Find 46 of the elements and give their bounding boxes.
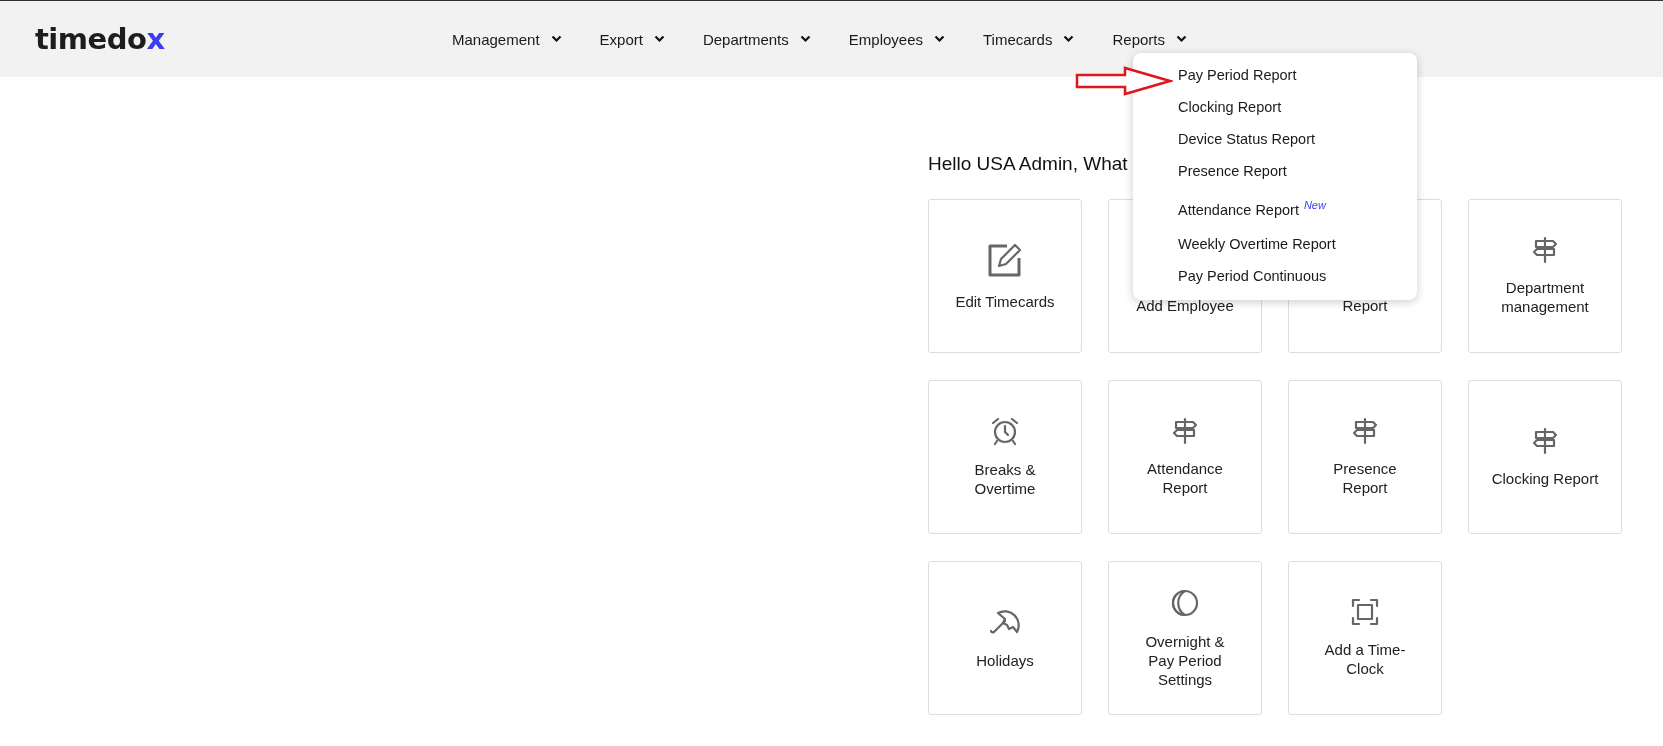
nav-menu-item[interactable]: Employees xyxy=(848,30,945,48)
card-label: Holidays xyxy=(976,650,1034,670)
chevron-down-icon xyxy=(934,35,945,43)
card-label: Presence Report xyxy=(1333,459,1397,497)
dropdown-item[interactable]: Pay Period Report xyxy=(1178,65,1297,85)
nav-menu-item[interactable]: Export xyxy=(599,30,665,48)
shortcut-card[interactable]: Department management xyxy=(1468,199,1622,353)
nav-menu-item[interactable]: Reports xyxy=(1112,30,1187,48)
alarm-clock-icon xyxy=(990,416,1020,446)
chevron-down-icon xyxy=(653,35,665,43)
nav-menu-item[interactable]: Departments xyxy=(702,30,811,48)
chevron-down-icon xyxy=(1063,35,1075,43)
card-label: Breaks & Overtime xyxy=(974,460,1036,498)
shortcut-card[interactable]: Add a Time- Clock xyxy=(1288,561,1442,715)
signpost-icon xyxy=(1531,236,1559,264)
signpost-icon xyxy=(1171,417,1199,445)
shortcut-card[interactable]: Presence Report xyxy=(1288,380,1442,534)
shortcut-card[interactable]: Attendance Report xyxy=(1108,380,1262,534)
logo[interactable]: timedox xyxy=(35,22,180,56)
card-label: Add Employee xyxy=(1136,295,1234,315)
dropdown-item[interactable]: Device Status Report xyxy=(1178,129,1315,149)
frame-icon xyxy=(1351,598,1379,626)
shortcut-card[interactable]: Edit Timecards xyxy=(928,199,1082,353)
greeting: Hello USA Admin, What xyxy=(928,153,1128,175)
card-label: Attendance Report xyxy=(1147,459,1223,497)
card-label: Clocking Report xyxy=(1491,468,1599,488)
card-label: Department management xyxy=(1501,278,1589,316)
signpost-icon xyxy=(1351,417,1379,445)
shortcut-card[interactable]: Clocking Report xyxy=(1468,380,1622,534)
card-label: Add a Time- Clock xyxy=(1324,640,1406,678)
card-label: Edit Timecards xyxy=(955,291,1055,311)
chevron-down-icon xyxy=(550,35,562,43)
nav-menu-item[interactable]: Timecards xyxy=(983,30,1075,48)
card-label: Report xyxy=(1342,295,1388,315)
moon-icon xyxy=(1170,587,1200,618)
dropdown-item[interactable]: Presence Report xyxy=(1178,161,1287,181)
shortcut-card[interactable]: Overnight & Pay Period Settings xyxy=(1108,561,1262,715)
shortcut-card[interactable]: Holidays xyxy=(928,561,1082,715)
chevron-down-icon xyxy=(1176,35,1187,43)
chevron-down-icon xyxy=(799,35,811,43)
signpost-icon xyxy=(1531,426,1559,455)
shortcut-card[interactable]: Breaks & Overtime xyxy=(928,380,1082,534)
edit-icon xyxy=(987,241,1023,278)
card-label: Overnight & Pay Period Settings xyxy=(1145,631,1225,689)
dropdown-item[interactable]: Clocking Report xyxy=(1178,97,1282,117)
nav-menu-item[interactable]: Management xyxy=(452,30,562,48)
